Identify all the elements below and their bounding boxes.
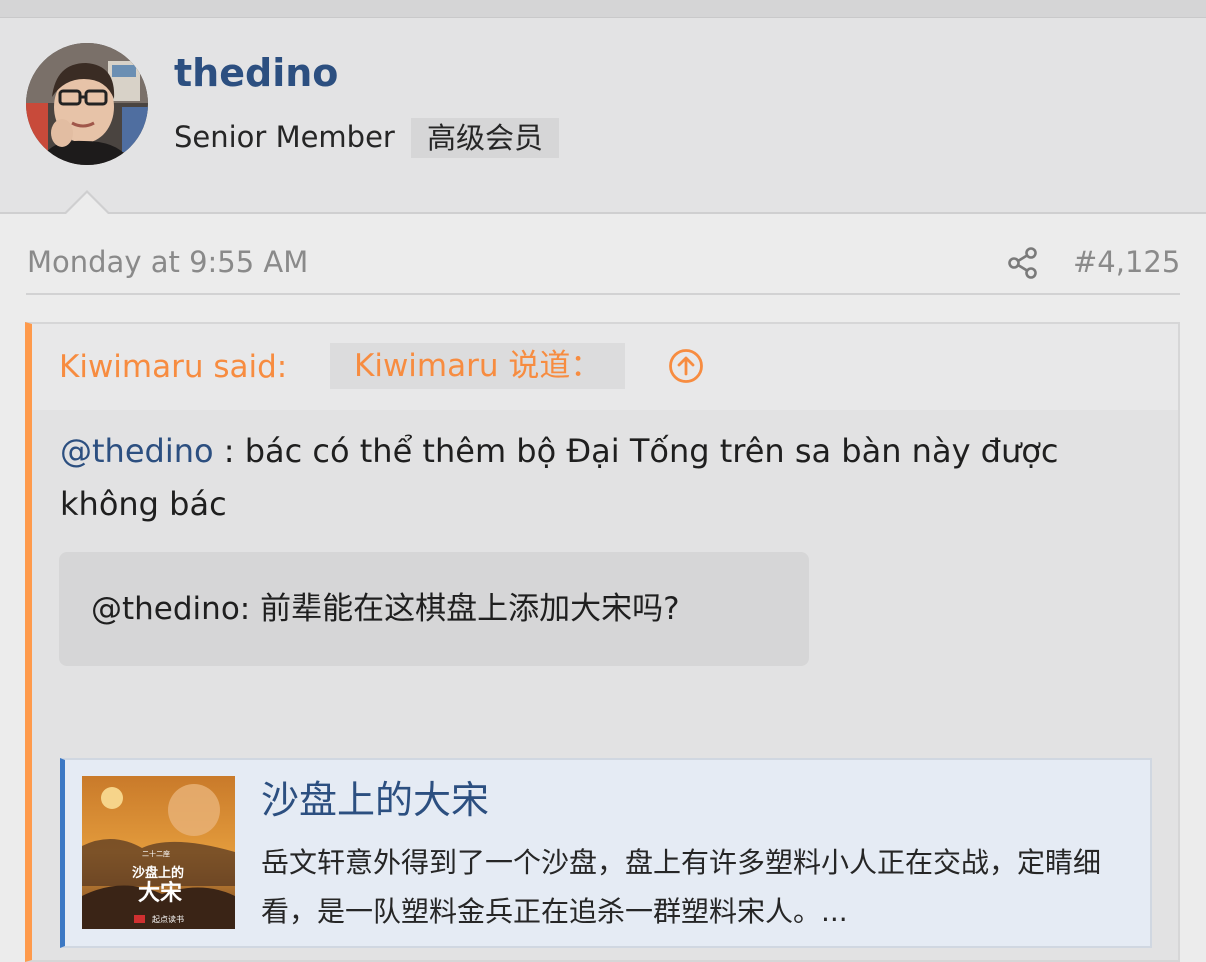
svg-text:起点读书: 起点读书 bbox=[152, 914, 184, 924]
mention-link[interactable]: @thedino bbox=[60, 432, 214, 470]
quote-attribution-translation: Kiwimaru 说道： bbox=[330, 343, 626, 389]
username[interactable]: thedino bbox=[174, 48, 338, 98]
quote-text: @thedino : bác có thể thêm bộ Đại Tống t… bbox=[60, 425, 1160, 531]
top-bar bbox=[0, 0, 1206, 18]
post-date[interactable]: Monday at 9:55 AM bbox=[27, 240, 308, 284]
translation-box: @thedino: 前辈能在这棋盘上添加大宋吗? bbox=[59, 552, 809, 666]
avatar[interactable] bbox=[26, 43, 148, 165]
translation-text: @thedino: 前辈能在这棋盘上添加大宋吗? bbox=[91, 591, 680, 627]
link-preview-title[interactable]: 沙盘上的大宋 bbox=[261, 774, 489, 826]
user-title-translation: 高级会员 bbox=[411, 118, 560, 158]
book-cover-thumbnail[interactable]: 二十二座 沙盘上的 大宋 起点读书 bbox=[82, 776, 235, 929]
quote-header: Kiwimaru said: Kiwimaru 说道： bbox=[32, 324, 1178, 410]
arrow-up-circle-icon[interactable] bbox=[668, 348, 704, 384]
link-preview-description: 岳文轩意外得到了一个沙盘，盘上有许多塑料小人正在交战，定睛细看，是一队塑料金兵正… bbox=[261, 846, 1102, 928]
user-title: Senior Member bbox=[174, 120, 395, 154]
quote-attribution: Kiwimaru said: bbox=[59, 349, 288, 385]
svg-text:大宋: 大宋 bbox=[138, 880, 182, 906]
svg-text:二十二座: 二十二座 bbox=[142, 849, 170, 858]
share-icon[interactable] bbox=[1006, 246, 1040, 280]
svg-text:沙盘上的: 沙盘上的 bbox=[132, 865, 184, 881]
link-preview-card[interactable]: 二十二座 沙盘上的 大宋 起点读书 沙盘上的大宋 岳文轩意外得到了一个沙盘，盘上… bbox=[60, 758, 1152, 948]
post-number[interactable]: #4,125 bbox=[1073, 240, 1180, 284]
divider bbox=[26, 293, 1180, 295]
